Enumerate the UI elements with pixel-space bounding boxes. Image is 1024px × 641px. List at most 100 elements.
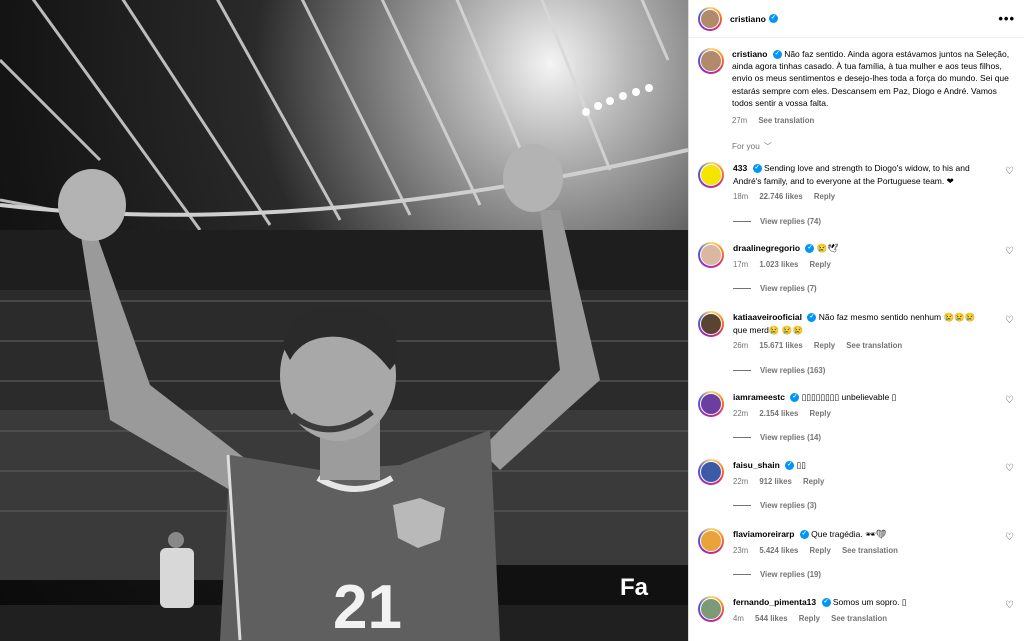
- comment-likes[interactable]: 22.746 likes: [759, 192, 802, 201]
- commenter-avatar[interactable]: [698, 596, 724, 622]
- view-replies-label: View replies (74): [760, 216, 821, 226]
- comment-item: 433 ✓ Sending love and strength to Diogo…: [698, 162, 1016, 226]
- reply-button[interactable]: Reply: [810, 409, 831, 418]
- comment-emoji: 🕶❤: [865, 529, 887, 539]
- comment-text: Somos um sopro. ▯: [832, 597, 907, 607]
- commenter-avatar[interactable]: [698, 311, 724, 337]
- replies-divider: [733, 505, 751, 506]
- view-replies-label: View replies (163): [760, 365, 826, 375]
- comment-likes[interactable]: 5.424 likes: [759, 546, 798, 555]
- post-sidebar: cristiano ✓ ••• cristiano ✓ Não faz sent…: [688, 0, 1024, 641]
- player-photo: Fa 21: [0, 0, 688, 641]
- verified-icon: ✓: [752, 164, 762, 174]
- commenter-username[interactable]: iamrameestc: [733, 392, 785, 402]
- verified-icon: ✓: [785, 461, 795, 471]
- verified-icon: ✓: [772, 50, 782, 60]
- view-replies-button[interactable]: View replies (14): [733, 433, 1016, 442]
- view-replies-label: View replies (19): [760, 570, 821, 579]
- comment-time: 18m: [733, 192, 749, 201]
- comment-item: flaviamoreirarp ✓ Que tragédia. 🕶❤ 23m 5…: [698, 528, 1016, 579]
- see-translation-link[interactable]: See translation: [846, 341, 902, 350]
- comment-likes[interactable]: 2.154 likes: [759, 409, 798, 418]
- view-replies-label: View replies (7): [760, 284, 817, 293]
- comment-text: Sending love and strength to Diogo's wid…: [733, 163, 970, 186]
- comment-likes[interactable]: 544 likes: [755, 614, 788, 623]
- replies-divider: [733, 437, 751, 438]
- post-modal: Fa 21 cristiano ✓ ••• cristiano ✓ Não fa…: [0, 0, 1024, 641]
- like-heart-icon[interactable]: ♡: [1005, 166, 1014, 177]
- comment-time: 17m: [733, 259, 749, 269]
- comment-likes[interactable]: 15.671 likes: [759, 341, 802, 350]
- verified-icon: ✓: [821, 598, 831, 608]
- comment-item: katiaaveirooficial ✓ Não faz mesmo senti…: [698, 311, 1016, 375]
- comment-time: 4m: [733, 613, 744, 623]
- reply-button[interactable]: Reply: [814, 341, 835, 350]
- view-replies-label: View replies (3): [760, 501, 817, 510]
- comment-item: iamrameestc ✓ ▯▯▯▯▯▯▯▯ unbelievable ▯ 22…: [698, 391, 1016, 442]
- reply-button[interactable]: Reply: [810, 260, 831, 269]
- commenter-username[interactable]: fernando_pimenta13: [733, 597, 816, 607]
- commenter-username[interactable]: faisu_shain: [733, 460, 780, 470]
- commenter-avatar[interactable]: [698, 391, 724, 417]
- ad-board-text: Fa: [620, 574, 649, 601]
- verified-icon: ✓: [768, 14, 778, 23]
- see-translation-link[interactable]: See translation: [842, 546, 898, 555]
- verified-icon: ✓: [807, 313, 817, 323]
- comment-item: faisu_shain ✓ ▯▯ 22m 912 likes Reply ♡ V…: [698, 459, 1016, 510]
- view-replies-button[interactable]: View replies (3): [733, 501, 1016, 510]
- like-heart-icon[interactable]: ♡: [1005, 463, 1014, 474]
- jersey-number: 21: [333, 573, 402, 641]
- author-avatar[interactable]: [698, 6, 722, 31]
- comment-likes[interactable]: 1.023 likes: [759, 260, 798, 269]
- comment-time: 23m: [733, 545, 749, 555]
- caption-username[interactable]: cristiano: [732, 49, 767, 59]
- like-heart-icon[interactable]: ♡: [1005, 600, 1014, 611]
- commenter-username[interactable]: katiaaveirooficial: [733, 312, 802, 322]
- comment-item: fernando_pimenta13 ✓ Somos um sopro. ▯ 4…: [698, 596, 1016, 625]
- see-translation-link[interactable]: See translation: [831, 614, 887, 623]
- replies-divider: [733, 288, 751, 289]
- comment-item: draalinegregorio ✓ 😢🕊 17m 1.023 likes Re…: [698, 242, 1016, 293]
- commenter-username[interactable]: 433: [733, 163, 747, 173]
- comment-emoji: 😢🕊: [816, 243, 839, 253]
- comment-text: ▯▯▯▯▯▯▯▯ unbelievable ▯: [801, 392, 897, 402]
- for-you-label: For you: [732, 142, 760, 152]
- see-translation-link[interactable]: See translation: [758, 116, 814, 125]
- post-photo[interactable]: Fa 21: [0, 0, 688, 641]
- reply-button[interactable]: Reply: [799, 614, 820, 623]
- comment-likes[interactable]: 912 likes: [759, 477, 792, 486]
- view-replies-button[interactable]: View replies (74): [733, 217, 1016, 226]
- for-you-filter[interactable]: For you ﹀: [689, 127, 1024, 152]
- commenter-avatar[interactable]: [698, 242, 724, 268]
- author-username[interactable]: cristiano: [730, 14, 766, 24]
- reply-button[interactable]: Reply: [810, 546, 831, 555]
- verified-icon: ✓: [790, 393, 800, 403]
- post-caption: cristiano ✓ Não faz sentido. Ainda agora…: [689, 38, 1024, 127]
- more-options-icon[interactable]: •••: [998, 11, 1015, 26]
- comment-time: 26m: [733, 341, 749, 350]
- post-header: cristiano ✓ •••: [689, 0, 1024, 38]
- comment-text: Que tragédia.: [811, 529, 863, 539]
- comment-time: 22m: [733, 476, 749, 486]
- reply-button[interactable]: Reply: [814, 192, 835, 201]
- caption-avatar[interactable]: [698, 48, 724, 74]
- like-heart-icon[interactable]: ♡: [1005, 246, 1014, 257]
- replies-divider: [733, 574, 751, 575]
- commenter-avatar[interactable]: [698, 459, 724, 485]
- commenter-username[interactable]: flaviamoreirarp: [733, 529, 794, 539]
- view-replies-button[interactable]: View replies (163): [733, 366, 1016, 375]
- like-heart-icon[interactable]: ♡: [1005, 395, 1014, 406]
- like-heart-icon[interactable]: ♡: [1005, 315, 1014, 326]
- commenter-avatar[interactable]: [698, 528, 724, 554]
- view-replies-button[interactable]: View replies (19): [733, 570, 1016, 579]
- commenter-username[interactable]: draalinegregorio: [733, 243, 800, 253]
- view-replies-label: View replies (14): [760, 433, 821, 442]
- commenter-avatar[interactable]: [698, 162, 724, 188]
- like-heart-icon[interactable]: ♡: [1005, 532, 1014, 543]
- replies-divider: [733, 220, 751, 222]
- verified-icon: ✓: [799, 530, 809, 540]
- verified-icon: ✓: [805, 244, 815, 254]
- view-replies-button[interactable]: View replies (7): [733, 284, 1016, 293]
- chevron-down-icon: ﹀: [763, 142, 772, 152]
- reply-button[interactable]: Reply: [803, 477, 824, 486]
